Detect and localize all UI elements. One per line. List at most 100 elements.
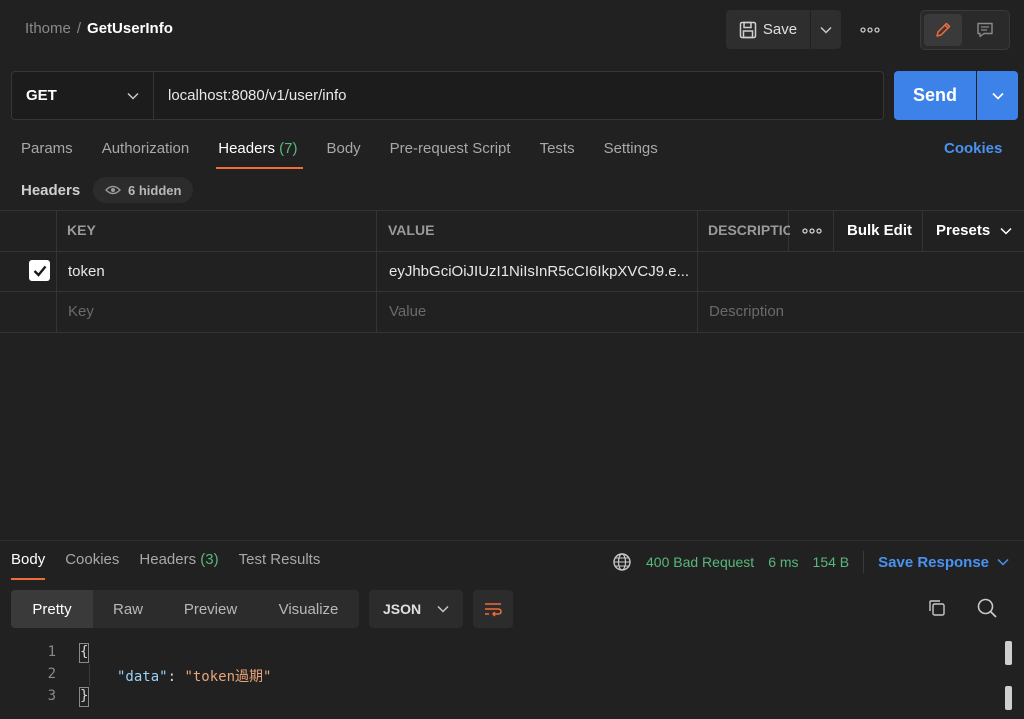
table-more-button[interactable] bbox=[790, 211, 834, 251]
tab-label: Pre-request Script bbox=[389, 140, 511, 157]
comments-mode-button[interactable] bbox=[966, 14, 1004, 46]
new-value-input[interactable]: Value bbox=[389, 303, 426, 320]
save-options-button[interactable] bbox=[811, 10, 841, 49]
header-key-cell[interactable]: token bbox=[68, 263, 105, 280]
bracket-match-marker bbox=[79, 643, 89, 663]
search-button[interactable] bbox=[976, 597, 1000, 621]
header-value-cell[interactable]: eyJhbGciOiJIUzI1NiIsInR5cCI6IkpXVCJ9.e..… bbox=[389, 263, 694, 280]
table-border-row2 bbox=[0, 332, 1024, 333]
method-select[interactable]: GET bbox=[11, 71, 154, 120]
tab-authorization[interactable]: Authorization bbox=[102, 140, 190, 170]
table-border-header bbox=[0, 251, 1024, 252]
tab-headers[interactable]: Headers (7) bbox=[216, 140, 304, 170]
tab-count: (7) bbox=[279, 140, 298, 157]
divider bbox=[863, 551, 865, 573]
pencil-icon bbox=[936, 22, 951, 37]
view-mode-group: Pretty Raw Preview Visualize bbox=[11, 590, 359, 628]
code-scrollbar-thumb[interactable] bbox=[1005, 686, 1012, 710]
table-col-divider bbox=[922, 210, 923, 251]
line-number: 3 bbox=[47, 688, 56, 704]
format-label: JSON bbox=[383, 601, 422, 617]
tab-tests[interactable]: Tests bbox=[540, 140, 575, 170]
table-col-divider bbox=[697, 210, 698, 332]
checkmark-icon bbox=[33, 265, 46, 277]
header-row-checkbox[interactable] bbox=[29, 260, 50, 281]
method-label: GET bbox=[26, 87, 57, 104]
headers-section-label: Headers bbox=[21, 182, 81, 199]
response-body-code[interactable]: 1 { 2 "data": "token過期" 3 } bbox=[0, 642, 1000, 719]
response-time[interactable]: 6 ms bbox=[768, 554, 798, 570]
hidden-headers-toggle[interactable]: 6 hidden bbox=[93, 177, 194, 203]
column-header-description: DESCRIPTION bbox=[708, 222, 790, 238]
table-border-top bbox=[0, 210, 1024, 211]
chevron-down-icon bbox=[991, 92, 1004, 100]
chevron-down-icon bbox=[1000, 227, 1012, 235]
table-col-divider bbox=[376, 210, 377, 332]
breadcrumb: Ithome / GetUserInfo bbox=[25, 20, 173, 37]
response-tab-cookies[interactable]: Cookies bbox=[65, 551, 119, 581]
wrap-lines-button[interactable] bbox=[473, 590, 513, 628]
view-preview-button[interactable]: Preview bbox=[163, 590, 258, 628]
response-tabs: Body Cookies Headers (3) Test Results bbox=[11, 551, 340, 581]
tab-label: Headers bbox=[139, 551, 197, 568]
tab-label: Test Results bbox=[238, 551, 321, 568]
view-raw-button[interactable]: Raw bbox=[93, 590, 163, 628]
header-description-cell[interactable] bbox=[709, 263, 1009, 283]
save-label: Save bbox=[762, 21, 798, 38]
tab-settings[interactable]: Settings bbox=[604, 140, 658, 170]
code-scrollbar-thumb[interactable] bbox=[1005, 641, 1012, 665]
new-key-input[interactable]: Key bbox=[68, 303, 94, 320]
save-response-button[interactable]: Save Response bbox=[878, 554, 1009, 571]
send-label: Send bbox=[912, 85, 957, 105]
view-visualize-button[interactable]: Visualize bbox=[258, 590, 359, 628]
request-tabs: Params Authorization Headers (7) Body Pr… bbox=[21, 140, 687, 170]
tab-label: Headers bbox=[218, 140, 275, 157]
request-name[interactable]: GetUserInfo bbox=[87, 20, 173, 37]
response-divider[interactable] bbox=[0, 540, 1024, 541]
ellipsis-icon bbox=[802, 228, 822, 234]
tab-label: Cookies bbox=[65, 551, 120, 568]
copy-icon bbox=[929, 600, 945, 616]
json-colon: : bbox=[167, 669, 185, 685]
send-options-button[interactable] bbox=[977, 71, 1018, 120]
line-number: 1 bbox=[47, 644, 56, 660]
response-tab-headers[interactable]: Headers (3) bbox=[139, 551, 218, 581]
tab-label: Body bbox=[326, 140, 361, 157]
tab-body[interactable]: Body bbox=[326, 140, 360, 170]
response-size[interactable]: 154 B bbox=[813, 554, 850, 570]
more-actions-button[interactable] bbox=[856, 18, 884, 42]
tab-pre-request-script[interactable]: Pre-request Script bbox=[390, 140, 511, 170]
eye-icon bbox=[105, 185, 121, 195]
save-icon bbox=[739, 21, 757, 38]
url-input[interactable]: localhost:8080/v1/user/info bbox=[154, 71, 884, 120]
response-tab-test-results[interactable]: Test Results bbox=[239, 551, 321, 581]
response-tab-body[interactable]: Body bbox=[11, 551, 46, 581]
breadcrumb-workspace[interactable]: Ithome bbox=[25, 20, 71, 37]
chevron-down-icon bbox=[820, 26, 832, 34]
format-select[interactable]: JSON bbox=[369, 590, 463, 628]
status-code[interactable]: 400 Bad Request bbox=[646, 554, 754, 570]
tab-count: (3) bbox=[200, 551, 219, 568]
tab-params[interactable]: Params bbox=[21, 140, 73, 170]
line-number: 2 bbox=[47, 666, 56, 682]
new-description-input[interactable]: Description bbox=[709, 303, 784, 320]
save-response-label: Save Response bbox=[878, 553, 990, 571]
cookies-link[interactable]: Cookies bbox=[944, 140, 1002, 157]
copy-button[interactable] bbox=[927, 598, 949, 620]
json-value: "token過期" bbox=[184, 669, 272, 685]
tab-label: Params bbox=[21, 140, 73, 157]
table-col-divider bbox=[56, 210, 57, 332]
send-button[interactable]: Send bbox=[894, 71, 976, 120]
globe-icon[interactable] bbox=[612, 552, 632, 572]
tab-label: Body bbox=[11, 551, 46, 568]
indent-guide bbox=[89, 664, 90, 686]
response-meta: 400 Bad Request 6 ms 154 B Save Response bbox=[612, 551, 1009, 573]
edit-mode-button[interactable] bbox=[924, 14, 962, 46]
column-header-value: VALUE bbox=[388, 222, 435, 238]
save-button[interactable]: Save bbox=[726, 10, 810, 49]
chevron-down-icon bbox=[127, 92, 139, 100]
presets-dropdown[interactable]: Presets bbox=[936, 222, 1012, 239]
bulk-edit-button[interactable]: Bulk Edit bbox=[847, 222, 912, 239]
tab-label: Tests bbox=[539, 140, 575, 157]
view-pretty-button[interactable]: Pretty bbox=[11, 590, 93, 628]
